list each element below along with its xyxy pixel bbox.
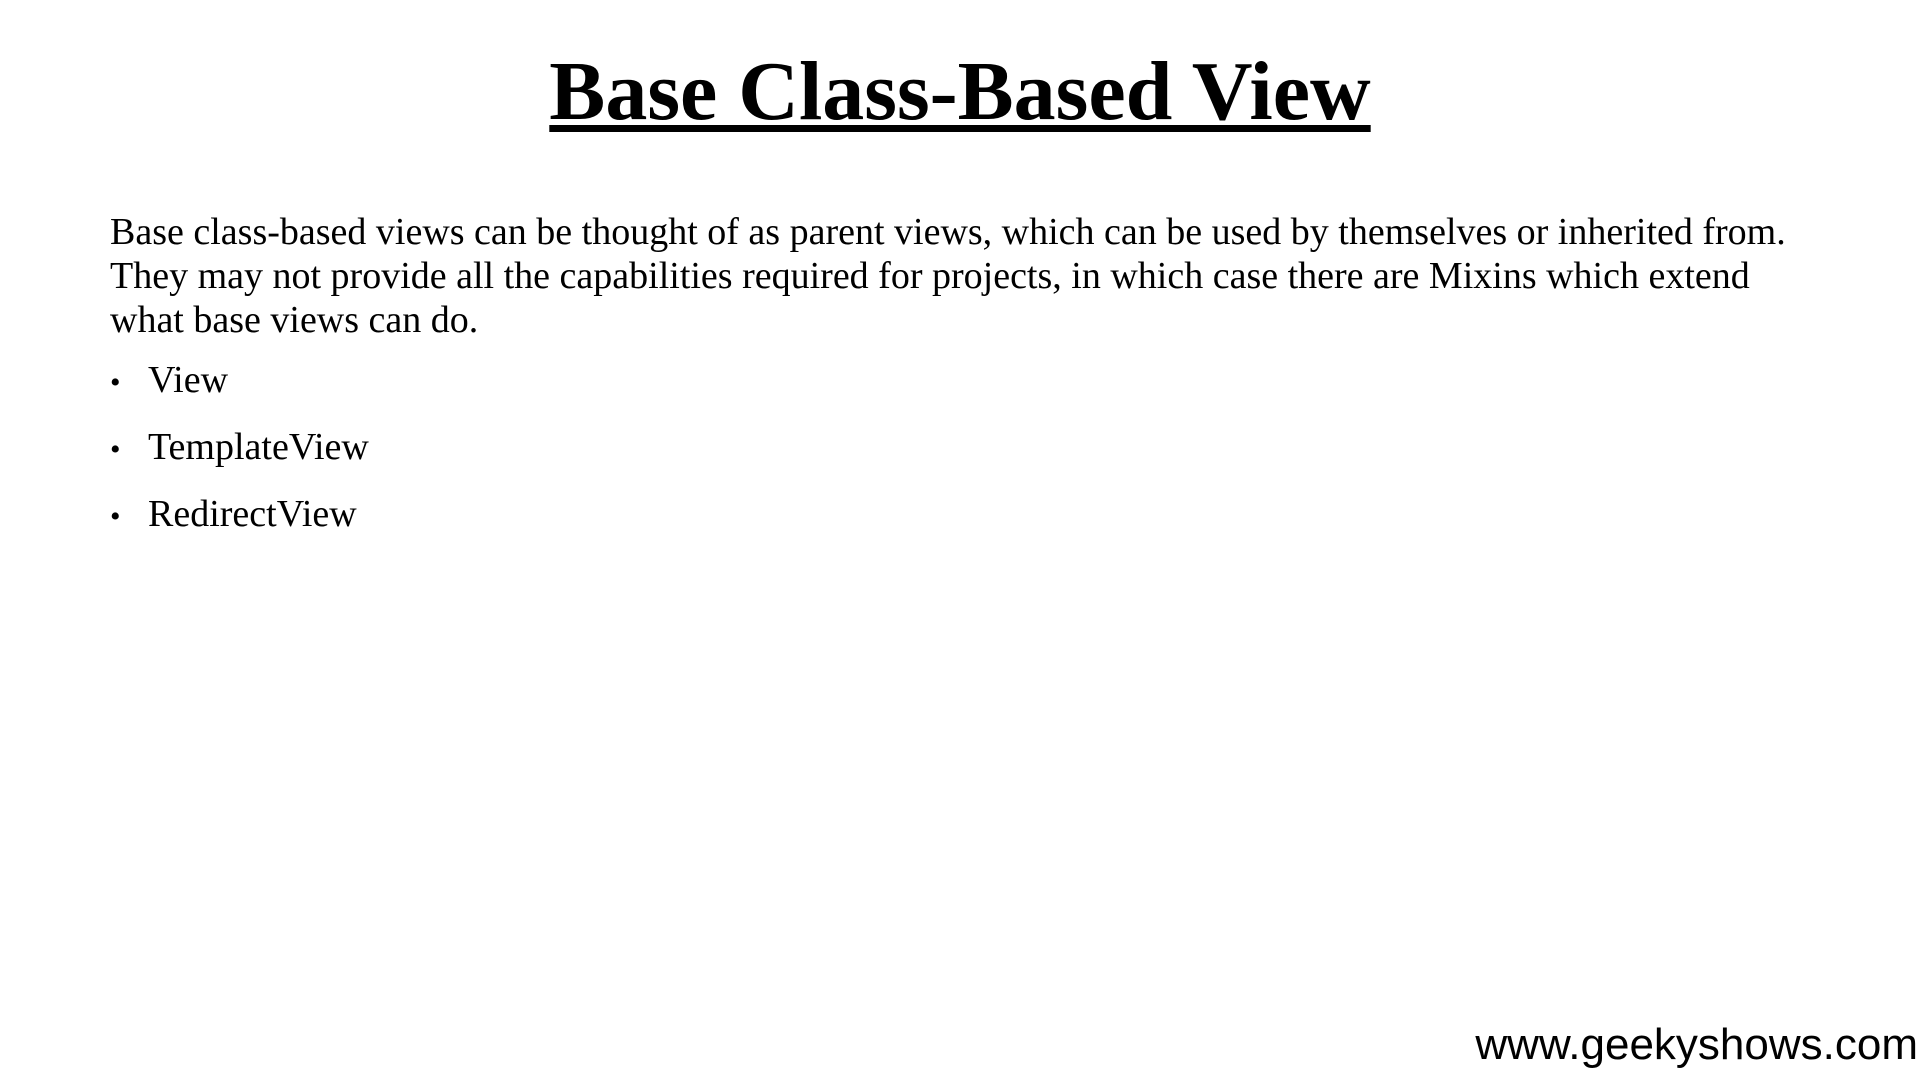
list-item: • RedirectView — [110, 492, 369, 539]
bullet-icon: • — [110, 500, 121, 533]
description-paragraph: Base class-based views can be thought of… — [110, 211, 1786, 341]
list-item-label-templateview: TemplateView — [148, 426, 369, 468]
list-item-label-view: View — [148, 359, 229, 401]
list-item-label-redirectview: RedirectView — [148, 493, 357, 535]
list-item: • View — [110, 358, 369, 405]
list-item: • TemplateView — [110, 425, 369, 472]
bullet-list: • View • TemplateView • RedirectView — [110, 358, 369, 559]
bullet-icon: • — [110, 433, 121, 466]
footer-website: www.geekyshows.com — [1475, 1020, 1918, 1069]
bullet-icon: • — [110, 366, 121, 399]
slide-title: Base Class-Based View — [549, 45, 1371, 138]
slide: Base Class-Based View Base class-based v… — [0, 0, 1920, 1080]
